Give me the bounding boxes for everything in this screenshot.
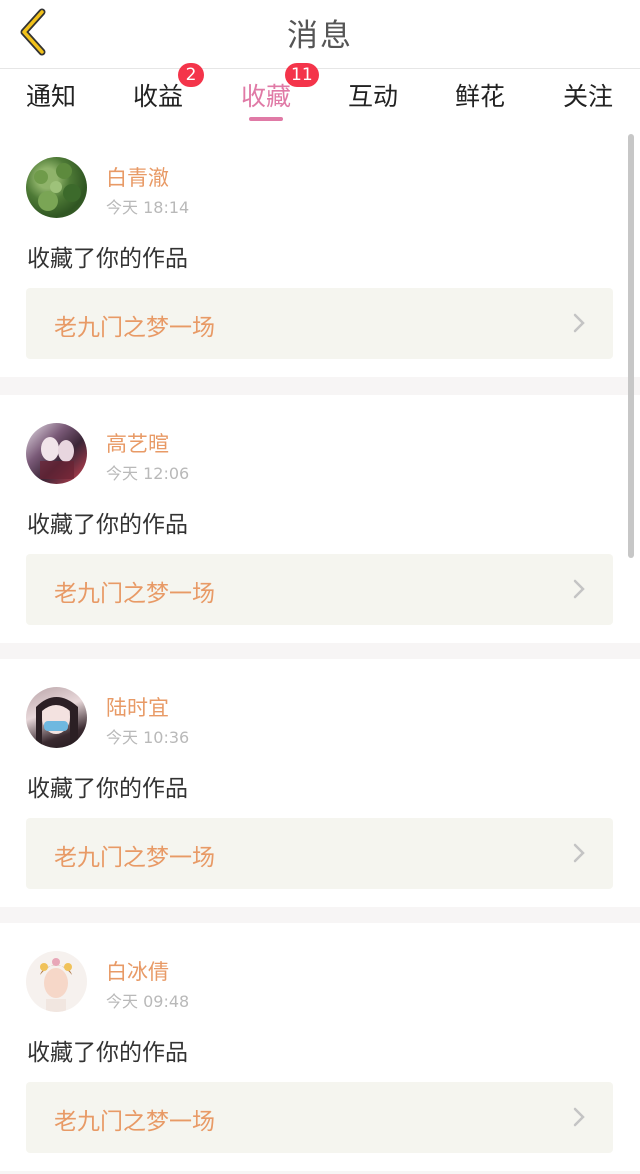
top-bar: 消息 xyxy=(0,0,640,69)
timestamp: 今天 09:48 xyxy=(106,992,190,1011)
work-title: 老九门之梦一场 xyxy=(54,845,215,871)
action-text: 收藏了你的作品 xyxy=(27,512,188,538)
avatar[interactable] xyxy=(26,423,87,484)
timestamp: 今天 12:06 xyxy=(106,464,190,483)
tab-follow[interactable]: 关注 xyxy=(563,77,613,113)
work-link[interactable]: 老九门之梦一场 xyxy=(26,1082,613,1153)
user-name[interactable]: 白冰倩 xyxy=(106,956,169,986)
avatar[interactable] xyxy=(26,157,87,218)
tab-notifications[interactable]: 通知 xyxy=(26,77,76,113)
message-card: 白青澈 今天 18:14 收藏了你的作品 老九门之梦一场 xyxy=(0,129,640,377)
favorites-badge: 11 xyxy=(285,63,319,87)
timestamp: 今天 10:36 xyxy=(106,728,190,747)
chevron-right-icon xyxy=(573,313,585,333)
user-name[interactable]: 高艺暄 xyxy=(106,428,169,458)
avatar[interactable] xyxy=(26,687,87,748)
tab-interaction[interactable]: 互动 xyxy=(348,77,398,113)
chevron-right-icon xyxy=(573,843,585,863)
work-link[interactable]: 老九门之梦一场 xyxy=(26,554,613,625)
work-link[interactable]: 老九门之梦一场 xyxy=(26,288,613,359)
action-text: 收藏了你的作品 xyxy=(27,1040,188,1066)
action-text: 收藏了你的作品 xyxy=(27,246,188,272)
avatar-image xyxy=(40,437,74,479)
user-name[interactable]: 白青澈 xyxy=(106,162,169,192)
message-card: 陆时宜 今天 10:36 收藏了你的作品 老九门之梦一场 xyxy=(0,659,640,907)
avatar-image xyxy=(34,163,81,211)
avatar-image xyxy=(36,697,78,748)
message-card: 白冰倩 今天 09:48 收藏了你的作品 老九门之梦一场 xyxy=(0,923,640,1171)
tab-favorites[interactable]: 收藏 xyxy=(241,77,291,113)
action-text: 收藏了你的作品 xyxy=(27,776,188,802)
chevron-right-icon xyxy=(573,1107,585,1127)
tab-bar: 通知 收益 2 收藏 11 互动 鲜花 关注 xyxy=(0,63,640,129)
work-title: 老九门之梦一场 xyxy=(54,581,215,607)
active-tab-indicator xyxy=(249,117,283,121)
earnings-badge: 2 xyxy=(178,63,204,87)
message-card: 高艺暄 今天 12:06 收藏了你的作品 老九门之梦一场 xyxy=(0,395,640,643)
work-title: 老九门之梦一场 xyxy=(54,1109,215,1135)
page-title: 消息 xyxy=(287,18,353,54)
scrollbar[interactable] xyxy=(628,134,634,558)
avatar[interactable] xyxy=(26,951,87,1012)
work-link[interactable]: 老九门之梦一场 xyxy=(26,818,613,889)
timestamp: 今天 18:14 xyxy=(106,198,190,217)
avatar-image xyxy=(40,958,72,1012)
work-title: 老九门之梦一场 xyxy=(54,315,215,341)
tab-flowers[interactable]: 鲜花 xyxy=(455,77,505,113)
chevron-right-icon xyxy=(573,579,585,599)
user-name[interactable]: 陆时宜 xyxy=(106,692,169,722)
tab-earnings[interactable]: 收益 xyxy=(133,77,183,113)
